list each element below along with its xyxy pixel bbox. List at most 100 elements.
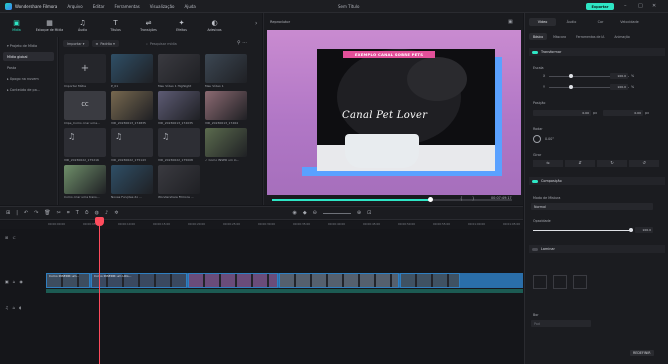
close-icon[interactable]: ✕: [652, 3, 656, 9]
position-y-value[interactable]: 0.00: [603, 110, 643, 116]
grid-icon[interactable]: ⊞: [6, 210, 10, 216]
menu-item[interactable]: Ajuda: [184, 4, 195, 9]
reset-button[interactable]: REDEFINIR: [630, 350, 654, 356]
speed-icon[interactable]: ⏱: [85, 210, 89, 216]
rotate-cw-icon[interactable]: ↻: [597, 160, 627, 167]
media-tile[interactable]: [111, 54, 153, 83]
flip-vertical-icon[interactable]: ⇵: [565, 160, 595, 167]
ai-tool-icon[interactable]: ✲: [114, 210, 118, 216]
blend-mode-dropdown[interactable]: Normal: [531, 203, 653, 210]
overlay-title-text[interactable]: Canal Pet Lover: [342, 110, 427, 121]
eye-icon[interactable]: ◉: [19, 279, 23, 284]
timeline-clip[interactable]: [400, 273, 460, 288]
mark-in-icon[interactable]: {: [460, 196, 463, 201]
scale-x-knob[interactable]: [569, 74, 573, 78]
mute-icon[interactable]: ◖: [19, 305, 21, 310]
media-tile[interactable]: [205, 91, 247, 120]
timeline-clip[interactable]: Como INSERIR um...: [46, 273, 90, 288]
media-tile[interactable]: CC: [64, 91, 106, 120]
fit-icon[interactable]: ⊡: [367, 210, 371, 216]
opacity-value[interactable]: 100.0: [635, 227, 653, 233]
split-icon[interactable]: ✂: [57, 210, 61, 216]
playhead-line[interactable]: [99, 217, 100, 364]
undo-icon[interactable]: ↶: [24, 210, 28, 216]
lock-icon-audio[interactable]: ⌂: [13, 305, 16, 310]
audio-track-icon[interactable]: ♫: [5, 305, 9, 310]
maximize-icon[interactable]: □: [638, 3, 643, 9]
more-icon[interactable]: ⋯: [242, 40, 247, 46]
delete-icon[interactable]: 🗑: [44, 210, 50, 216]
compositing-section[interactable]: Composição: [529, 177, 665, 185]
menu-item[interactable]: Editar: [93, 4, 105, 9]
fill-swatch-3[interactable]: [573, 275, 587, 289]
zoom-out-icon[interactable]: ⊖: [313, 210, 317, 216]
audio-tool-icon[interactable]: ♪: [105, 210, 108, 216]
fill-hint[interactable]: Pad: [531, 320, 591, 327]
scale-x-value[interactable]: 100.0: [610, 73, 628, 79]
menu-item[interactable]: Arquivo: [67, 4, 82, 9]
compositing-toggle[interactable]: [532, 179, 538, 183]
video-track-icon[interactable]: ▣: [5, 279, 9, 284]
chevron-right-icon[interactable]: ›: [255, 20, 257, 27]
menu-item[interactable]: Ferramentas: [115, 4, 140, 9]
property-tab[interactable]: Vídeo: [529, 18, 556, 26]
tool-tab[interactable]: ♫ Áudio: [66, 13, 99, 37]
tool-tab[interactable]: ✦ Efeitos: [165, 13, 198, 37]
sidebar-item[interactable]: Mídia global: [3, 52, 54, 61]
redo-icon[interactable]: ↷: [34, 210, 38, 216]
media-tile[interactable]: [158, 91, 200, 120]
sidebar-item[interactable]: ▸ Xpogo na nuvem: [3, 74, 54, 83]
playhead-handle[interactable]: [95, 217, 104, 226]
sidebar-item[interactable]: ▾ Projeto de Mídia: [3, 41, 54, 50]
media-search[interactable]: ⌕ Pesquisar mídia: [143, 40, 229, 47]
property-subtab[interactable]: Máscara: [549, 33, 570, 40]
property-subtab[interactable]: Ferramentas de IA: [572, 33, 608, 40]
sort-dropdown[interactable]: ≡ Padrão ▾: [91, 40, 119, 47]
tool-tab[interactable]: T Títulos: [99, 13, 132, 37]
transform-toggle[interactable]: [532, 50, 538, 54]
zoom-in-icon[interactable]: ⊕: [357, 210, 361, 216]
snapshot-icon[interactable]: ▣: [508, 19, 513, 25]
sidebar-item[interactable]: ▸ Conteúdo de pa...: [3, 85, 54, 94]
tool-tab[interactable]: ◐ Adesivos: [198, 13, 231, 37]
lock-icon[interactable]: ⌂: [13, 279, 16, 284]
marker-icon[interactable]: ◆: [303, 210, 307, 216]
fill-section[interactable]: Laminar: [529, 245, 665, 253]
media-tile[interactable]: [111, 91, 153, 120]
rotate-ccw-icon[interactable]: ↺: [629, 160, 659, 167]
scale-y-value[interactable]: 100.0: [610, 84, 628, 90]
media-tile[interactable]: ♫: [111, 128, 153, 157]
add-track-icon[interactable]: ⊞: [5, 235, 8, 240]
preview-canvas[interactable]: EXEMPLO CANAL SOBRE PETS Canal Pet Lover: [267, 30, 521, 195]
import-filter-dropdown[interactable]: Importar ▾: [63, 40, 89, 47]
flip-horizontal-icon[interactable]: ⇋: [533, 160, 563, 167]
record-icon[interactable]: ◉: [292, 210, 296, 216]
crop-icon[interactable]: ⌗: [67, 210, 70, 216]
media-tile[interactable]: ♫: [64, 128, 106, 157]
fill-swatch-1[interactable]: [533, 275, 547, 289]
timeline-clip[interactable]: [188, 273, 278, 288]
property-subtab[interactable]: Básico: [529, 33, 548, 40]
zoom-slider[interactable]: [322, 212, 351, 214]
tool-tab[interactable]: ▦ Estoque de Mídia: [33, 13, 66, 37]
rotate-dial[interactable]: [533, 135, 541, 143]
transform-section[interactable]: Transformar: [529, 48, 665, 56]
playback-scrubber[interactable]: [272, 197, 512, 202]
media-tile[interactable]: [64, 165, 106, 194]
scrubber-handle[interactable]: [428, 197, 434, 202]
link-icon[interactable]: ⊂: [12, 235, 15, 240]
scale-y-knob[interactable]: [569, 85, 573, 89]
export-button[interactable]: Exportar: [586, 3, 614, 10]
rotate-value[interactable]: 0.00°: [545, 137, 554, 141]
media-tile[interactable]: [158, 165, 200, 194]
position-x-value[interactable]: 0.00: [533, 110, 591, 116]
media-tile[interactable]: [205, 128, 247, 157]
media-tile[interactable]: [111, 165, 153, 194]
library-options[interactable]: ⚲ ⋯: [237, 40, 247, 46]
timeline-ruler[interactable]: 00:00:00:00 00:00:05:00 00:00:10:00 00:00:1…: [0, 221, 523, 229]
color-icon[interactable]: ◍: [95, 210, 99, 216]
tool-tab[interactable]: ⇌ Transições: [132, 13, 165, 37]
menu-item[interactable]: Visualização: [150, 4, 175, 9]
opacity-slider[interactable]: [533, 228, 633, 232]
tool-tab[interactable]: ▣ Mídia: [0, 13, 33, 37]
